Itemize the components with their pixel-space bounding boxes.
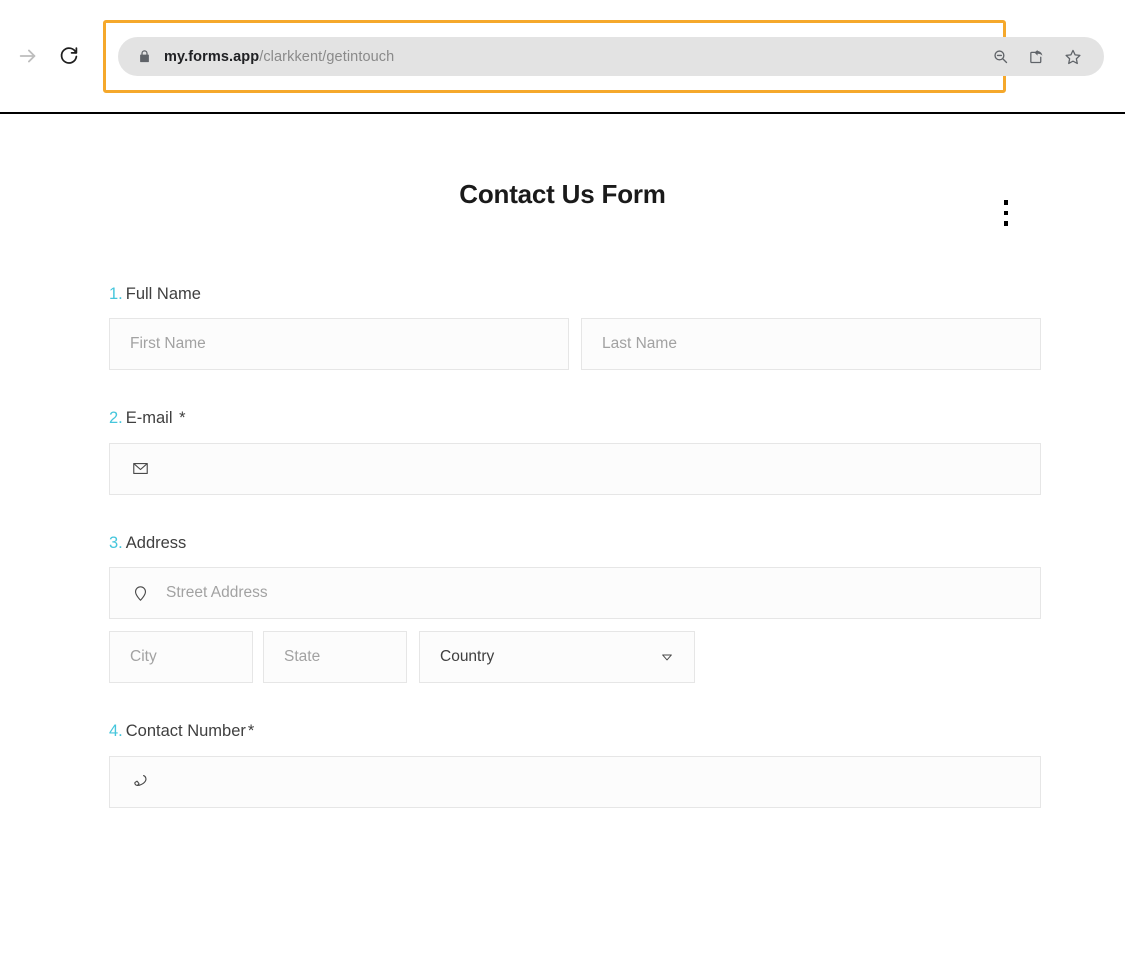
country-select[interactable]: Country xyxy=(419,631,695,684)
url-text[interactable]: my.forms.app/clarkkent/getintouch xyxy=(164,49,991,65)
more-options-button[interactable] xyxy=(997,189,1015,237)
question-label: 1. Full Name xyxy=(109,284,1041,305)
question-number: 2. xyxy=(109,409,123,428)
question-text: Contact Number xyxy=(125,722,246,741)
address-bar[interactable]: my.forms.app/clarkkent/getintouch xyxy=(118,37,1104,76)
country-select-value: Country xyxy=(440,648,495,666)
lock-icon[interactable] xyxy=(136,49,152,65)
browser-toolbar: my.forms.app/clarkkent/getintouch xyxy=(0,0,1125,114)
question-email: 2. E-mail * xyxy=(109,408,1041,495)
state-input[interactable]: State xyxy=(263,631,407,684)
question-number: 1. xyxy=(109,285,123,303)
question-full-name: 1. Full Name First Name Last Name xyxy=(109,284,1041,371)
envelope-icon xyxy=(130,459,150,479)
street-address-input[interactable]: Street Address xyxy=(109,567,1041,620)
city-input[interactable]: City xyxy=(109,631,253,684)
question-contact-number: 4. Contact Number * xyxy=(109,721,1041,808)
form-body: 1. Full Name First Name Last Name 2. E-mai… xyxy=(109,284,1041,846)
last-name-input[interactable]: Last Name xyxy=(581,318,1041,371)
phone-input[interactable] xyxy=(109,755,1041,808)
form-header: Contact Us Form xyxy=(0,114,1125,226)
city-placeholder: City xyxy=(130,648,157,666)
map-pin-icon xyxy=(130,583,150,603)
reload-button[interactable] xyxy=(48,38,88,78)
name-fields-row: First Name Last Name xyxy=(109,318,1041,371)
address-bar-actions xyxy=(991,47,1082,66)
street-address-placeholder: Street Address xyxy=(166,584,268,602)
kebab-dot-icon xyxy=(1003,210,1009,216)
phone-icon xyxy=(130,772,150,792)
kebab-dot-icon xyxy=(1003,221,1009,226)
last-name-placeholder: Last Name xyxy=(602,335,677,353)
star-icon[interactable] xyxy=(1063,47,1082,66)
zoom-out-icon[interactable] xyxy=(991,47,1010,66)
question-number: 3. xyxy=(109,533,123,552)
url-path: /clarkkent/getintouch xyxy=(259,48,395,65)
email-input[interactable] xyxy=(109,442,1041,495)
arrow-right-icon xyxy=(17,45,39,72)
page-title: Contact Us Form xyxy=(459,179,666,209)
share-icon[interactable] xyxy=(1027,47,1046,66)
question-label: 3. Address xyxy=(109,533,1041,554)
city-state-country-row: City State Country xyxy=(109,631,1041,684)
question-label: 2. E-mail * xyxy=(109,408,1041,429)
first-name-input[interactable]: First Name xyxy=(109,318,569,371)
question-text: Address xyxy=(125,533,187,552)
form-page: Contact Us Form 1. Full Name First Name L… xyxy=(0,114,1125,979)
state-placeholder: State xyxy=(284,648,321,666)
reload-icon xyxy=(58,45,79,71)
required-marker: * xyxy=(179,409,186,428)
question-address: 3. Address Street Address City State Cou… xyxy=(109,533,1041,684)
chevron-down-icon xyxy=(660,650,674,664)
question-text: Full Name xyxy=(125,285,201,303)
kebab-dot-icon xyxy=(1003,200,1009,205)
required-marker: * xyxy=(247,722,255,741)
question-number: 4. xyxy=(109,722,123,741)
question-label: 4. Contact Number * xyxy=(109,721,1041,742)
first-name-placeholder: First Name xyxy=(130,335,206,353)
url-domain: my.forms.app xyxy=(164,48,260,65)
forward-button[interactable] xyxy=(8,38,48,78)
question-text: E-mail xyxy=(125,409,173,428)
